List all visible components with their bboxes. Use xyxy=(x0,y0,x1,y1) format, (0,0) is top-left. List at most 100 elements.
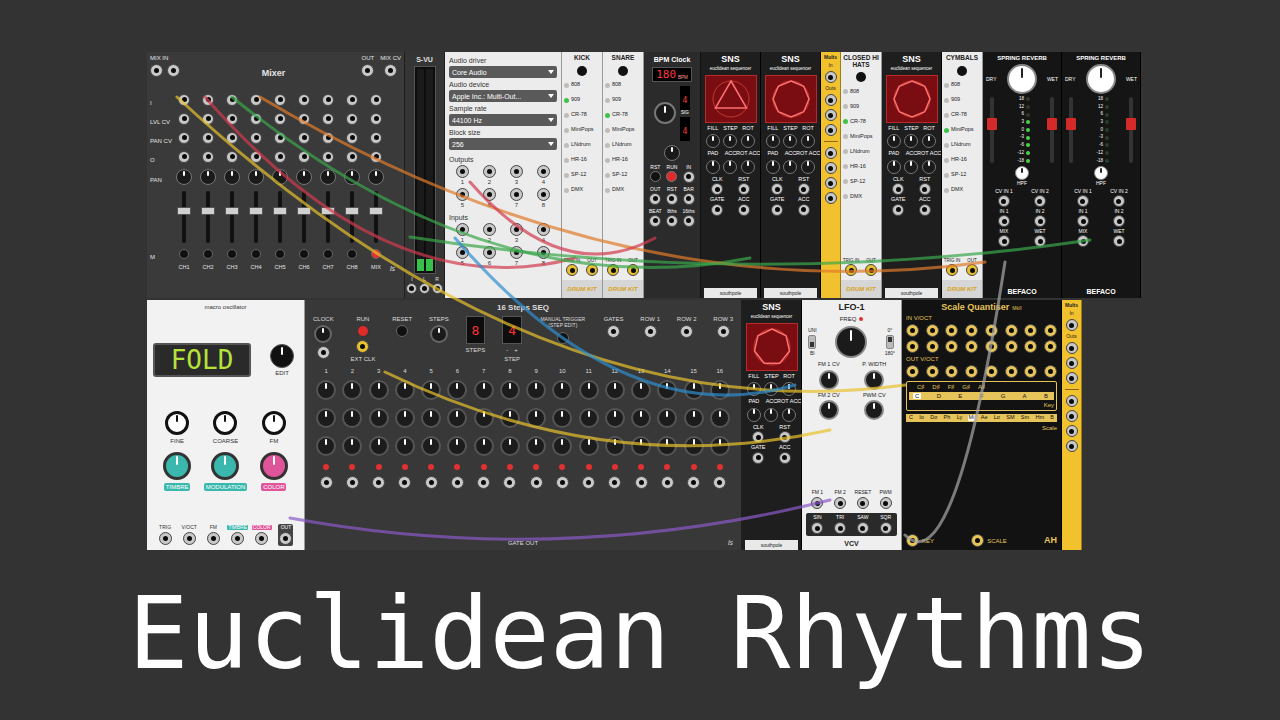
knob[interactable] xyxy=(316,436,336,456)
model-option[interactable]: DMX xyxy=(944,183,980,198)
jack[interactable] xyxy=(649,215,661,227)
model-button[interactable] xyxy=(856,72,866,82)
jack[interactable] xyxy=(738,183,750,195)
patch-cable[interactable] xyxy=(260,97,985,271)
jack[interactable] xyxy=(1034,215,1046,227)
jack[interactable] xyxy=(167,64,180,77)
patch-cable[interactable] xyxy=(177,97,905,391)
jack[interactable] xyxy=(845,264,857,276)
jack[interactable] xyxy=(644,325,657,338)
knob[interactable] xyxy=(764,382,778,396)
jack[interactable] xyxy=(183,532,196,545)
key-option[interactable]: C xyxy=(913,393,921,399)
jack[interactable] xyxy=(666,215,678,227)
knob[interactable] xyxy=(474,408,494,428)
jack[interactable] xyxy=(1034,235,1046,247)
jack[interactable] xyxy=(178,151,190,163)
scale-option[interactable]: B xyxy=(1049,415,1055,421)
jack[interactable] xyxy=(880,497,892,509)
model-option[interactable]: MiniPops xyxy=(564,123,600,138)
fader-handle[interactable] xyxy=(345,207,359,215)
knob[interactable] xyxy=(260,452,288,480)
scale-option[interactable]: C xyxy=(908,415,914,421)
jack[interactable] xyxy=(1066,410,1078,422)
jack[interactable] xyxy=(298,151,310,163)
jack[interactable] xyxy=(255,532,268,545)
patch-cable[interactable] xyxy=(385,372,830,446)
model-option[interactable]: 808 xyxy=(944,78,980,93)
fader-handle[interactable] xyxy=(369,207,383,215)
jack[interactable] xyxy=(825,94,837,106)
jack[interactable] xyxy=(965,340,978,353)
knob[interactable] xyxy=(176,169,192,185)
jack[interactable] xyxy=(1066,440,1078,452)
jack[interactable] xyxy=(945,340,958,353)
knob[interactable] xyxy=(579,380,599,400)
jack[interactable] xyxy=(683,171,695,183)
model-option[interactable]: 808 xyxy=(843,84,879,99)
model-option[interactable]: LNdrum xyxy=(564,138,600,153)
fader-handle[interactable] xyxy=(249,207,263,215)
jack[interactable] xyxy=(608,476,621,489)
knob[interactable] xyxy=(369,408,389,428)
jack[interactable] xyxy=(510,223,523,236)
knob[interactable] xyxy=(747,408,761,422)
clock-button[interactable] xyxy=(666,171,677,182)
cv-slider-handle[interactable] xyxy=(1126,118,1136,130)
knob[interactable] xyxy=(710,408,730,428)
jack[interactable] xyxy=(537,188,550,201)
jack[interactable] xyxy=(1024,324,1037,337)
model-option[interactable]: 808 xyxy=(605,78,641,93)
knob[interactable] xyxy=(741,160,755,174)
key-option[interactable]: B xyxy=(1042,393,1050,399)
reset-button[interactable] xyxy=(396,325,408,337)
jack[interactable] xyxy=(798,204,810,216)
jack[interactable] xyxy=(919,204,931,216)
knob[interactable] xyxy=(447,436,467,456)
key-option[interactable]: G xyxy=(999,393,1008,399)
jack[interactable] xyxy=(971,534,984,547)
jack[interactable] xyxy=(274,94,286,106)
knob[interactable] xyxy=(1007,64,1037,94)
clock-button[interactable] xyxy=(650,171,661,182)
mute-button[interactable] xyxy=(371,249,381,259)
jack[interactable] xyxy=(919,183,931,195)
jack[interactable] xyxy=(1066,425,1078,437)
key-option[interactable]: D xyxy=(935,393,943,399)
model-option[interactable]: DMX xyxy=(605,183,641,198)
fader-handle[interactable] xyxy=(297,207,311,215)
knob[interactable] xyxy=(552,380,572,400)
cv-slider-handle[interactable] xyxy=(1066,118,1076,130)
mute-button[interactable] xyxy=(203,249,213,259)
mute-button[interactable] xyxy=(347,249,357,259)
jack[interactable] xyxy=(945,365,958,378)
jack[interactable] xyxy=(274,132,286,144)
run-button[interactable] xyxy=(357,325,369,337)
dropdown[interactable]: 44100 Hz xyxy=(449,114,557,126)
fader-handle[interactable] xyxy=(225,207,239,215)
knob[interactable] xyxy=(657,380,677,400)
model-option[interactable]: CR-78 xyxy=(944,108,980,123)
knob[interactable] xyxy=(552,408,572,428)
fader-handle[interactable] xyxy=(273,207,287,215)
knob[interactable] xyxy=(421,380,441,400)
model-option[interactable]: LNdrum xyxy=(605,138,641,153)
jack[interactable] xyxy=(607,264,619,276)
jack[interactable] xyxy=(510,246,523,259)
jack[interactable] xyxy=(1024,365,1037,378)
scale-option[interactable]: Do xyxy=(929,415,938,421)
jack[interactable] xyxy=(483,246,496,259)
knob[interactable] xyxy=(314,325,332,343)
model-button[interactable] xyxy=(577,66,587,76)
model-option[interactable]: HR-16 xyxy=(843,159,879,174)
knob[interactable] xyxy=(819,370,839,390)
jack[interactable] xyxy=(322,94,334,106)
jack[interactable] xyxy=(322,151,334,163)
jack[interactable] xyxy=(320,476,333,489)
jack[interactable] xyxy=(298,94,310,106)
jack[interactable] xyxy=(1066,395,1078,407)
knob[interactable] xyxy=(782,408,796,422)
model-option[interactable]: SP-12 xyxy=(944,168,980,183)
model-option[interactable]: MiniPops xyxy=(944,123,980,138)
knob[interactable] xyxy=(270,344,294,368)
